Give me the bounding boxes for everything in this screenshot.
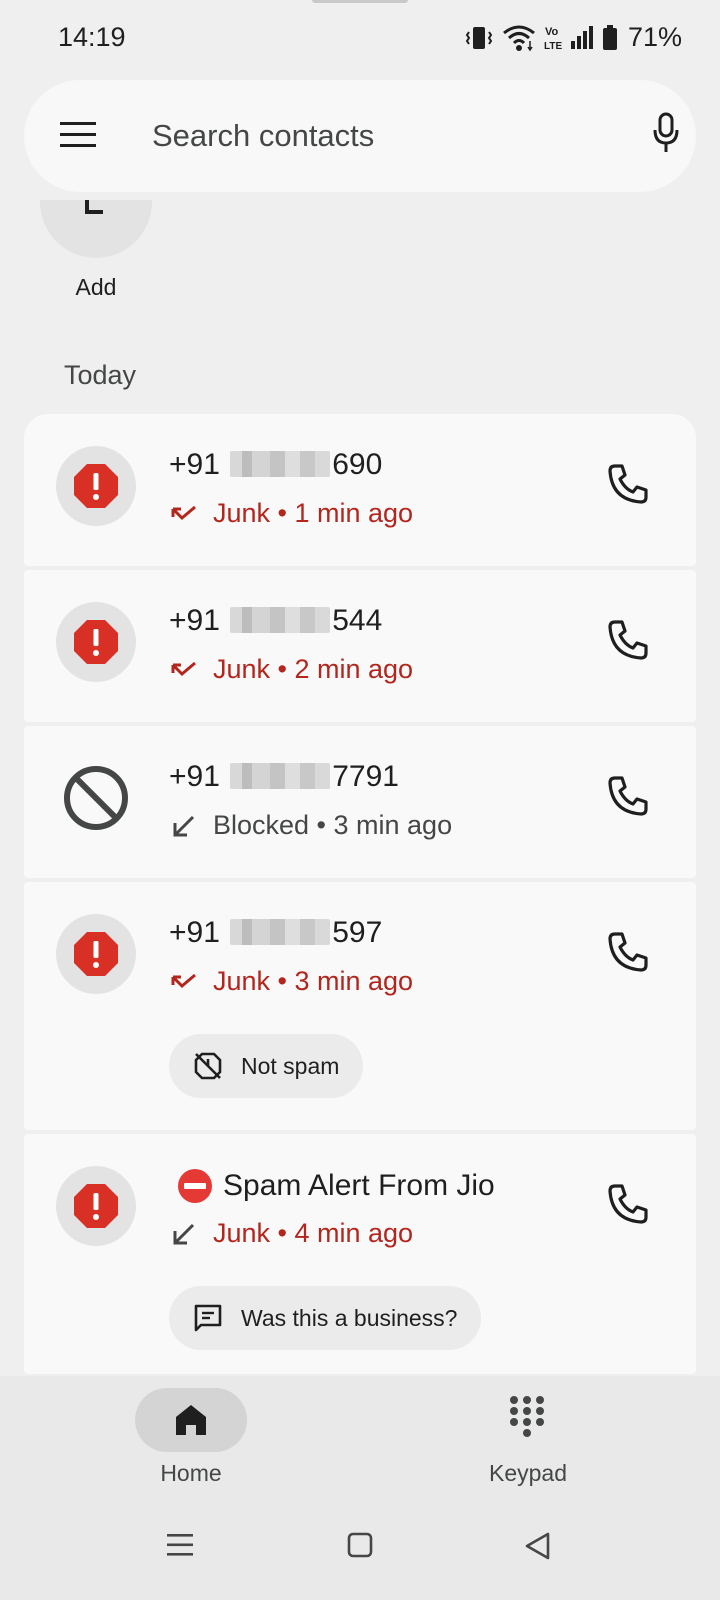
caller-name-text: Spam Alert From Jio [223,1169,495,1202]
search-input[interactable] [152,114,592,158]
nav-home-label[interactable]: Home [120,1460,262,1487]
business-feedback-chip[interactable]: Was this a business? [169,1286,482,1350]
microphone-icon[interactable] [652,112,680,154]
call-status-text: Blocked • 3 min ago [213,810,453,840]
redacted-digits [230,607,331,633]
home-square-icon[interactable] [347,1532,373,1558]
number-suffix: 597 [332,916,383,949]
call-number: +91 597 [169,916,382,950]
menu-icon[interactable] [60,120,98,150]
call-log-item[interactable]: Spam Alert From Jio Junk • 4 min ago Was… [24,1134,696,1374]
caller-name: Spam Alert From Jio [169,1168,495,1204]
back-triangle-icon[interactable] [524,1532,552,1560]
redacted-digits [230,919,331,945]
home-icon [176,1405,206,1435]
missed-call-icon [171,505,196,520]
signal-icon [570,25,593,49]
missed-call-icon [171,973,196,988]
call-status-text: Junk • 1 min ago [213,498,414,528]
search-bar[interactable] [24,80,696,192]
battery-icon [602,24,617,50]
spam-avatar [56,914,136,994]
call-back-phone-icon[interactable] [606,618,650,662]
section-header-today: Today [64,360,137,390]
call-status-text: Junk • 3 min ago [213,966,414,996]
number-suffix: 7791 [332,760,399,793]
number-prefix: +91 [169,604,229,637]
redacted-digits [230,763,331,789]
redacted-digits [230,451,331,477]
business-feedback-label: Was this a business? [241,1304,458,1331]
blocked-icon [64,766,128,830]
spam-avatar [56,446,136,526]
bottom-navigation: Home Keypad [0,1376,720,1600]
incoming-call-icon [173,1223,195,1244]
call-back-phone-icon[interactable] [606,1182,650,1226]
number-prefix: +91 [169,448,229,481]
call-log-item[interactable]: +91 690 Junk • 1 min ago [24,414,696,566]
number-suffix: 690 [332,448,383,481]
call-log-item[interactable]: +91 7791 Blocked • 3 min ago [24,726,696,878]
call-status-text: Junk • 2 min ago [213,654,414,684]
spam-avatar [56,1166,136,1246]
volte-icon: Vo LTE [544,26,562,52]
keypad-icon[interactable] [508,1394,546,1440]
call-status: Junk • 3 min ago [169,966,413,997]
not-spam-chip[interactable]: Not spam [169,1034,364,1098]
status-icons: Vo LTE 71% [464,22,682,53]
call-log-item[interactable]: +91 544 Junk • 2 min ago [24,570,696,722]
call-status: Blocked • 3 min ago [169,810,452,841]
spam-alert-icon [74,464,118,508]
status-bar: 14:19 Vo LTE 71% [0,0,720,78]
call-number: +91 544 [169,604,382,638]
status-time: 14:19 [58,22,126,52]
add-person-icon [85,200,103,214]
blocked-avatar [56,758,136,838]
no-entry-emoji-icon [178,1169,212,1203]
call-status-text: Junk • 4 min ago [213,1218,414,1248]
call-back-phone-icon[interactable] [606,462,650,506]
recents-menu-icon[interactable] [166,1532,194,1558]
spam-avatar [56,602,136,682]
missed-call-icon [171,661,196,676]
call-status: Junk • 4 min ago [169,1218,413,1249]
number-suffix: 544 [332,604,383,637]
call-log-item[interactable]: +91 597 Junk • 3 min ago Not spam [24,882,696,1130]
call-status: Junk • 1 min ago [169,498,413,529]
number-prefix: +91 [169,916,229,949]
svg-text:LTE: LTE [544,41,562,52]
feedback-icon [194,1304,222,1332]
svg-text:Vo: Vo [545,26,559,38]
not-spam-icon [194,1052,222,1080]
number-prefix: +91 [169,760,229,793]
add-favorite-button[interactable] [40,200,152,258]
call-status: Junk • 2 min ago [169,654,413,685]
call-number: +91 7791 [169,760,399,794]
spam-alert-icon [74,932,118,976]
wifi-icon [503,25,535,51]
vibrate-icon [465,26,493,49]
call-back-phone-icon[interactable] [606,930,650,974]
call-number: +91 690 [169,448,382,482]
nav-home-button[interactable] [135,1388,247,1452]
spam-alert-icon [74,1184,118,1228]
battery-percent: 71% [627,22,682,52]
call-back-phone-icon[interactable] [606,774,650,818]
nav-keypad-label[interactable]: Keypad [460,1460,596,1487]
add-favorite-label: Add [75,274,117,300]
incoming-call-icon [173,815,195,836]
not-spam-label: Not spam [241,1052,340,1079]
spam-alert-icon [74,620,118,664]
